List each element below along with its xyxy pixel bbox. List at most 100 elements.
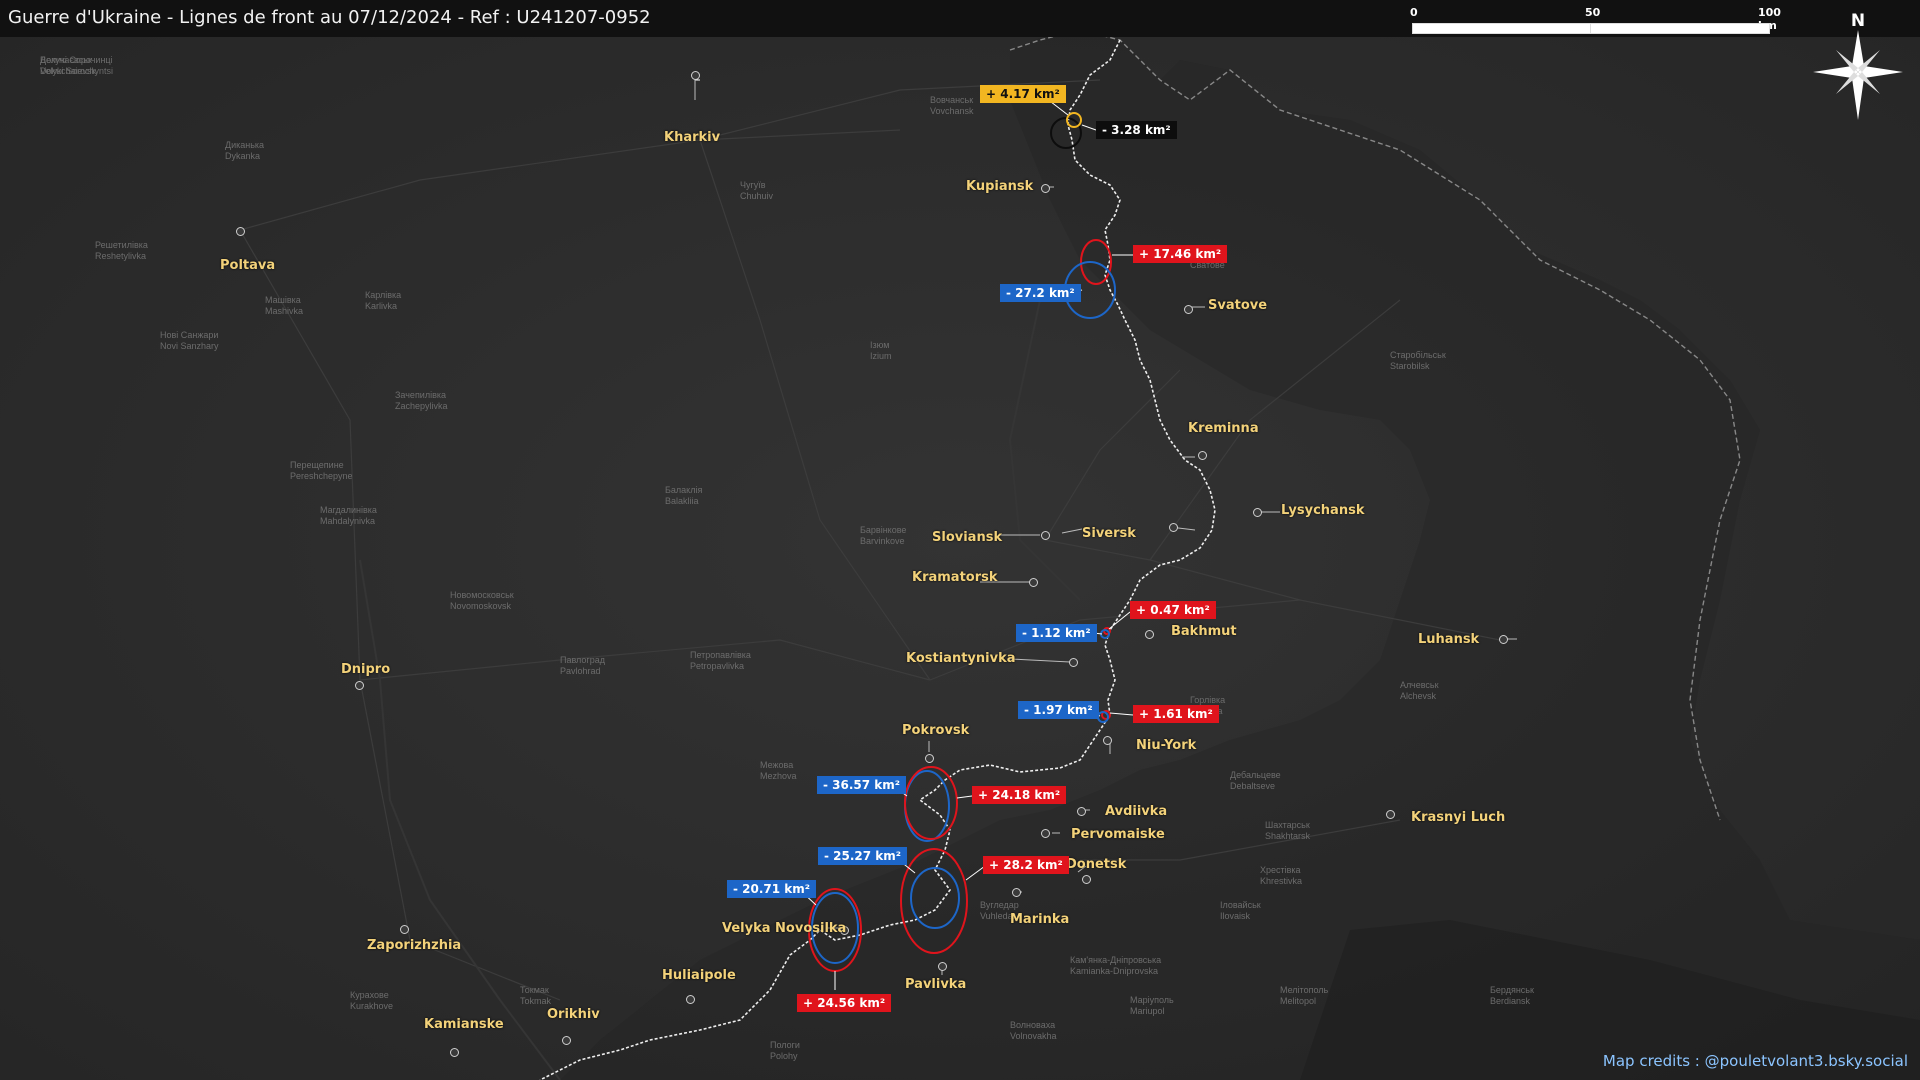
city-dot-kamianske: [450, 1048, 459, 1057]
background-place-name: Кам'янка-Дніпровська: [1070, 955, 1162, 965]
city-dot-kostiantynivka: [1069, 658, 1078, 667]
city-label-orikhiv: Orikhiv: [547, 1007, 600, 1022]
background-place-name: Novi Sanzhary: [160, 341, 219, 351]
background-place-name: Машівка: [265, 295, 301, 305]
city-dot-lysychansk: [1253, 508, 1262, 517]
city-label-donetsk: Donetsk: [1066, 857, 1127, 872]
city-dot-krasnyi-luch: [1386, 810, 1395, 819]
change-label-borova-gain: + 17.46 km²: [1133, 245, 1228, 263]
background-place-name: Ізюм: [870, 340, 890, 350]
change-label-borova-loss: - 27.2 km²: [1000, 284, 1081, 302]
background-place-name: Dykanka: [225, 151, 261, 161]
background-place-name: Волноваха: [1010, 1020, 1056, 1030]
city-label-kreminna: Kreminna: [1188, 421, 1259, 436]
background-place-name: Бердянськ: [1490, 985, 1534, 995]
city-label-pervomaiske: Pervomaiske: [1071, 827, 1165, 842]
city-label-huliaipole: Huliaipole: [662, 968, 736, 983]
city-dot-kupiansk: [1041, 184, 1050, 193]
background-place-name: Павлоград: [560, 655, 605, 665]
background-place-name: Mezhova: [760, 771, 797, 781]
scale-tick-50: 50: [1585, 6, 1601, 19]
background-place-name: Kamianka-Dniprovska: [1070, 966, 1159, 976]
city-label-kharkiv: Kharkiv: [664, 130, 721, 145]
city-label-pavlivka: Pavlivka: [905, 977, 967, 992]
background-place-name: Volnovakha: [1010, 1031, 1057, 1041]
background-place-name: Межова: [760, 760, 794, 770]
background-place-name: Карлівка: [365, 290, 402, 300]
background-place-name: Хрестівка: [1260, 865, 1301, 875]
scale-bar: 0 50 100 km: [1410, 6, 1781, 34]
scale-bar-segment-2: [1590, 23, 1770, 34]
background-place-name: Mashivka: [265, 306, 304, 316]
city-dot-donetsk: [1082, 875, 1091, 884]
background-place-name: Chuhuiv: [740, 191, 774, 201]
city-label-avdiivka: Avdiivka: [1105, 804, 1168, 819]
background-place-name: Диканька: [225, 140, 265, 150]
change-label-kurakhove-gain: + 28.2 km²: [983, 856, 1069, 874]
change-label-kupiansk-loss: - 3.28 km²: [1096, 121, 1177, 139]
compass-rose-icon: N: [1808, 8, 1908, 123]
background-place-name: Маріуполь: [1130, 995, 1174, 1005]
background-place-name: Alchevsk: [1400, 691, 1437, 701]
background-place-name: Reshetylivka: [95, 251, 147, 261]
change-label-pokrovsk-gain: + 24.18 km²: [972, 786, 1067, 804]
background-place-name: Pavlohrad: [560, 666, 601, 676]
background-place-name: Tokmak: [520, 996, 552, 1006]
background-place-name: Starobilsk: [1390, 361, 1430, 371]
compass-north-label: N: [1851, 11, 1865, 31]
background-place-name: Vovchansk: [930, 106, 974, 116]
background-place-name: Барвінкове: [860, 525, 907, 535]
background-place-name: Дебальцеве: [1230, 770, 1281, 780]
city-label-marinka: Marinka: [1010, 912, 1070, 927]
change-label-bakhmut-gain: + 0.47 km²: [1130, 601, 1216, 619]
map-canvas[interactable]: Великі Сорочинці Velyki Sorochyntsi Решети…: [0, 0, 1920, 1080]
background-place-name: Вовчанськ: [930, 95, 974, 105]
city-label-kostiantynivka: Kostiantynivka: [906, 651, 1016, 666]
city-label-sloviansk: Sloviansk: [932, 530, 1003, 545]
background-place-name: Петропавлівка: [690, 650, 751, 660]
background-place-name: Debaltseve: [1230, 781, 1276, 791]
city-dot-siversk: [1169, 523, 1178, 532]
background-place-name: Petropavlivka: [690, 661, 745, 671]
background-place-name: Ilovaisk: [1220, 911, 1251, 921]
background-place-name: Pereshchepyne: [290, 471, 353, 481]
change-label-kurakhove-loss: - 25.27 km²: [818, 847, 908, 865]
city-label-kamianske: Kamianske: [424, 1017, 504, 1032]
change-label-velyka-loss: - 20.71 km²: [727, 880, 817, 898]
background-place-name: Магдалинівка: [320, 505, 377, 515]
city-label-krasnyi-luch: Krasnyi Luch: [1411, 810, 1506, 825]
background-place-name: Іловайськ: [1220, 900, 1261, 910]
city-label-lysychansk: Lysychansk: [1281, 503, 1365, 518]
city-dot-pavlivka: [938, 962, 947, 971]
city-label-kupiansk: Kupiansk: [966, 179, 1034, 194]
city-label-luhansk: Luhansk: [1418, 632, 1480, 647]
background-place-name: Алчевськ: [1400, 680, 1439, 690]
city-dot-luhansk: [1499, 635, 1508, 644]
city-dot-sloviansk: [1041, 531, 1050, 540]
city-dot-zaporizhzhia: [400, 925, 409, 934]
city-label-siversk: Siversk: [1082, 526, 1136, 541]
background-place-name: Мелітополь: [1280, 985, 1329, 995]
city-dot-bakhmut: [1145, 630, 1154, 639]
city-label-dnipro: Dnipro: [341, 662, 391, 677]
city-label-svatove: Svatove: [1208, 298, 1268, 313]
background-place-name: Старобільськ: [1390, 350, 1446, 360]
change-label-pokrovsk-loss: - 36.57 km²: [817, 776, 907, 794]
city-label-zaporizhzhia: Zaporizhzhia: [367, 938, 462, 953]
city-dot-marinka: [1012, 888, 1021, 897]
background-place-name: Izium: [870, 351, 892, 361]
city-label-pokrovsk: Pokrovsk: [902, 723, 970, 738]
background-place-name: Barvinkove: [860, 536, 905, 546]
city-dot-poltava: [236, 227, 245, 236]
city-label-kramatorsk: Kramatorsk: [912, 570, 998, 585]
background-place-name: Новомосковськ: [450, 590, 514, 600]
background-place-name: Зачепилівка: [395, 390, 447, 400]
scale-tick-0: 0: [1410, 6, 1418, 19]
city-dot-pervomaiske: [1041, 829, 1050, 838]
background-place-name: Решетилівка: [95, 240, 148, 250]
background-place-name: Novomoskovsk: [450, 601, 512, 611]
background-place-name: Перещепине: [290, 460, 344, 470]
city-dot-dnipro: [355, 681, 364, 690]
title-bar: Guerre d'Ukraine - Lignes de front au 07…: [0, 0, 1920, 37]
map-title: Guerre d'Ukraine - Lignes de front au 07…: [8, 7, 651, 28]
